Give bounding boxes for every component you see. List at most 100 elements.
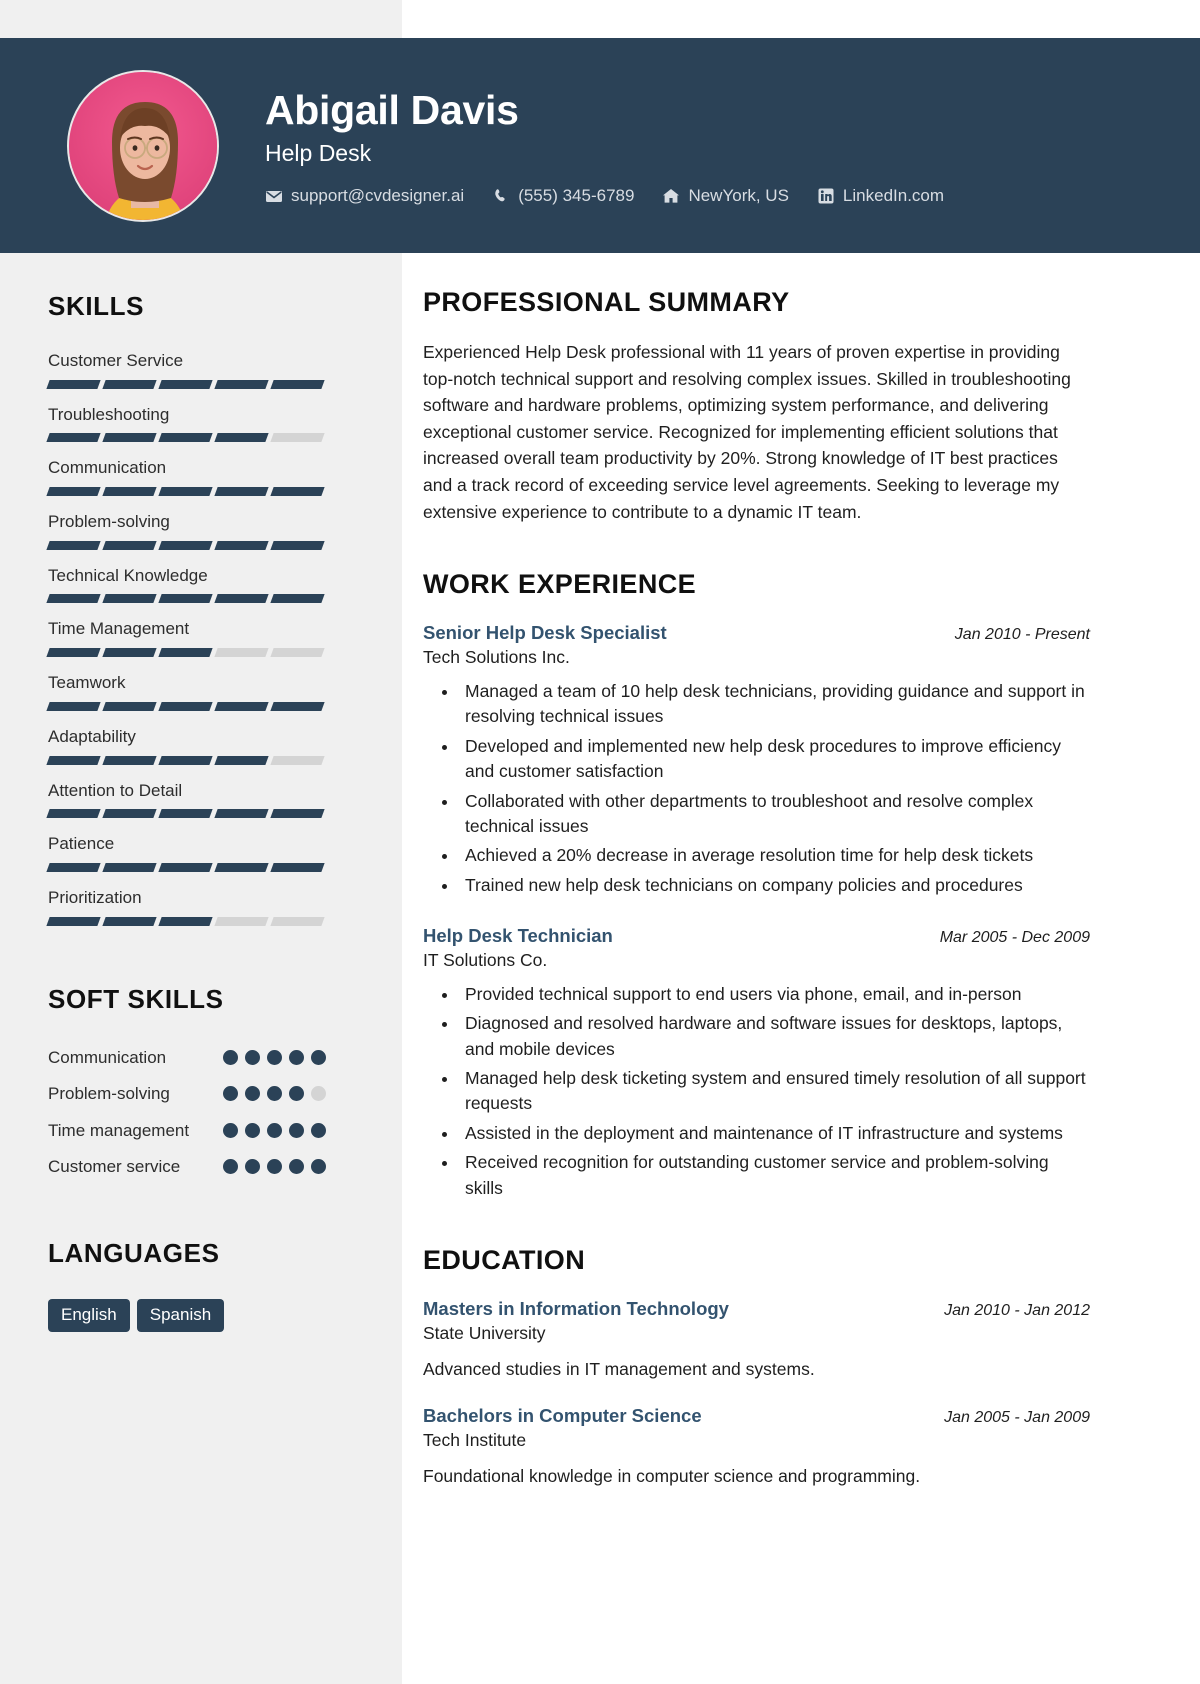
skill-label: Prioritization: [48, 887, 142, 907]
rating-dot: [267, 1086, 282, 1102]
rating-dot: [223, 1159, 238, 1175]
skill-label: Patience: [48, 834, 115, 854]
candidate-role: Help Desk: [265, 140, 372, 167]
skill-bar-segment: [102, 379, 157, 389]
skill-bar-segment: [102, 594, 157, 604]
skill-bar-segment: [214, 379, 269, 389]
skill-item: Problem-solving: [46, 512, 360, 550]
skill-bar-segment: [46, 540, 101, 550]
job-bullet: Provided technical support to end users …: [459, 982, 1090, 1007]
contact-linkedin[interactable]: LinkedIn.com: [817, 186, 944, 206]
languages-list: English Spanish: [48, 1298, 360, 1333]
skill-bar-segment: [270, 809, 325, 819]
skill-bar-segment: [158, 487, 213, 497]
skill-level-bar: [46, 540, 325, 550]
skill-bar-segment: [46, 809, 101, 819]
sidebar: SKILLS Customer Service Troubleshooting Co…: [0, 253, 402, 1333]
skill-bar-segment: [270, 755, 325, 765]
skill-bar-segment: [270, 433, 325, 443]
work-heading: WORK EXPERIENCE: [423, 569, 697, 600]
skill-label: Teamwork: [48, 673, 126, 693]
skill-bar-segment: [102, 701, 157, 711]
skill-bar-segment: [158, 862, 213, 872]
education-heading: EDUCATION: [423, 1244, 586, 1275]
avatar-photo: [69, 71, 217, 220]
skill-label: Adaptability: [48, 726, 136, 746]
skill-bar-segment: [270, 648, 325, 658]
job-bullet: Received recognition for outstanding cus…: [459, 1150, 1090, 1201]
school-name: State University: [423, 1323, 546, 1344]
work-entry: Help Desk Technician Mar 2005 - Dec 2009 I…: [423, 924, 1090, 1201]
skill-bar-segment: [46, 594, 101, 604]
job-bullet: Assisted in the deployment and maintenan…: [459, 1121, 1090, 1146]
skill-bar-segment: [158, 379, 213, 389]
education-entry-header: Bachelors in Computer Science Jan 2005 - …: [423, 1404, 1090, 1427]
skill-bar-segment: [214, 809, 269, 819]
skills-list: Customer Service Troubleshooting Communica…: [46, 351, 360, 926]
skill-level-bar: [46, 487, 325, 497]
job-bullet: Managed help desk ticketing system and e…: [459, 1066, 1090, 1117]
skill-bar-segment: [46, 379, 101, 389]
contact-email[interactable]: support@cvdesigner.ai: [265, 186, 464, 206]
skill-bar-segment: [270, 862, 325, 872]
soft-skill-rating: [223, 1154, 326, 1175]
education-list: Masters in Information Technology Jan 201…: [423, 1297, 1090, 1490]
rating-dot: [223, 1122, 238, 1138]
contact-list: support@cvdesigner.ai (555) 345-6789 New…: [265, 186, 944, 206]
work-entry-header: Senior Help Desk Specialist Jan 2010 - Pr…: [423, 621, 1090, 644]
skill-bar-segment: [102, 648, 157, 658]
skill-level-bar: [46, 916, 325, 926]
skill-label: Communication: [48, 458, 167, 478]
school-name: Tech Institute: [423, 1430, 527, 1451]
contact-location[interactable]: NewYork, US: [662, 185, 789, 206]
education-description: Foundational knowledge in computer scien…: [423, 1466, 921, 1487]
skill-level-bar: [46, 379, 325, 389]
skill-item: Teamwork: [46, 673, 360, 711]
soft-skill-label: Communication: [48, 1047, 167, 1067]
skill-bar-segment: [46, 701, 101, 711]
rating-dot: [311, 1159, 326, 1175]
rating-dot: [289, 1086, 304, 1102]
rating-dot: [245, 1122, 260, 1138]
skill-level-bar: [46, 809, 325, 819]
skill-bar-segment: [158, 594, 213, 604]
soft-skills-heading: SOFT SKILLS: [48, 983, 224, 1014]
rating-dot: [267, 1159, 282, 1175]
skill-item: Communication: [46, 458, 360, 497]
contact-location-text: NewYork, US: [688, 185, 789, 205]
rating-dot: [267, 1049, 282, 1065]
soft-skill-rating: [223, 1045, 326, 1065]
rating-dot: [223, 1049, 238, 1065]
phone-icon: [492, 187, 510, 205]
skill-level-bar: [46, 433, 325, 443]
skill-bar-segment: [214, 862, 269, 872]
skill-item: Technical Knowledge: [46, 566, 360, 604]
rating-dot: [289, 1049, 304, 1065]
soft-skill-label: Problem-solving: [48, 1084, 170, 1104]
skill-item: Adaptability: [46, 726, 360, 765]
education-entry: Bachelors in Computer Science Jan 2005 - …: [423, 1404, 1090, 1489]
skill-bar-segment: [46, 487, 101, 497]
contact-phone[interactable]: (555) 345-6789: [492, 186, 634, 206]
contact-email-text: support@cvdesigner.ai: [291, 185, 465, 205]
language-chip[interactable]: Spanish: [136, 1298, 225, 1333]
skill-bar-segment: [158, 809, 213, 819]
skill-label: Attention to Detail: [48, 780, 183, 800]
skill-label: Customer Service: [48, 351, 184, 370]
company-name: IT Solutions Co.: [423, 950, 548, 971]
skill-level-bar: [46, 755, 325, 765]
skill-bar-segment: [158, 540, 213, 550]
skill-bar-segment: [270, 701, 325, 711]
skill-level-bar: [46, 862, 325, 872]
language-chip[interactable]: English: [48, 1298, 130, 1333]
rating-dot: [311, 1049, 326, 1065]
skill-bar-segment: [214, 433, 269, 443]
education-description: Advanced studies in IT management and sy…: [423, 1358, 815, 1379]
skill-item: Troubleshooting: [46, 405, 360, 443]
education-date-range: Jan 2010 - Jan 2012: [944, 1301, 1090, 1319]
languages-heading: LANGUAGES: [48, 1237, 220, 1268]
skill-bar-segment: [46, 433, 101, 443]
envelope-icon: [265, 187, 283, 205]
skill-label: Time Management: [48, 619, 190, 639]
skill-bar-segment: [158, 648, 213, 658]
